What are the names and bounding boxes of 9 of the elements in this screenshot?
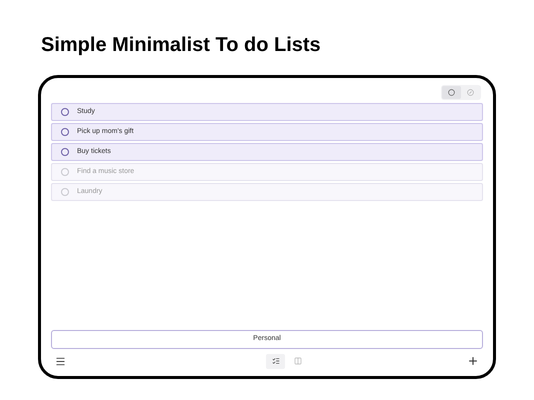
circle-icon — [448, 89, 455, 96]
columns-icon — [294, 357, 302, 365]
slashed-circle-icon — [467, 89, 474, 96]
page-heading: Simple Minimalist To do Lists — [41, 33, 321, 58]
add-icon[interactable] — [467, 355, 479, 367]
view-tab[interactable] — [266, 354, 285, 368]
filter-tab[interactable] — [442, 86, 461, 99]
menu-icon[interactable] — [55, 356, 66, 366]
checklist-icon — [272, 357, 280, 365]
